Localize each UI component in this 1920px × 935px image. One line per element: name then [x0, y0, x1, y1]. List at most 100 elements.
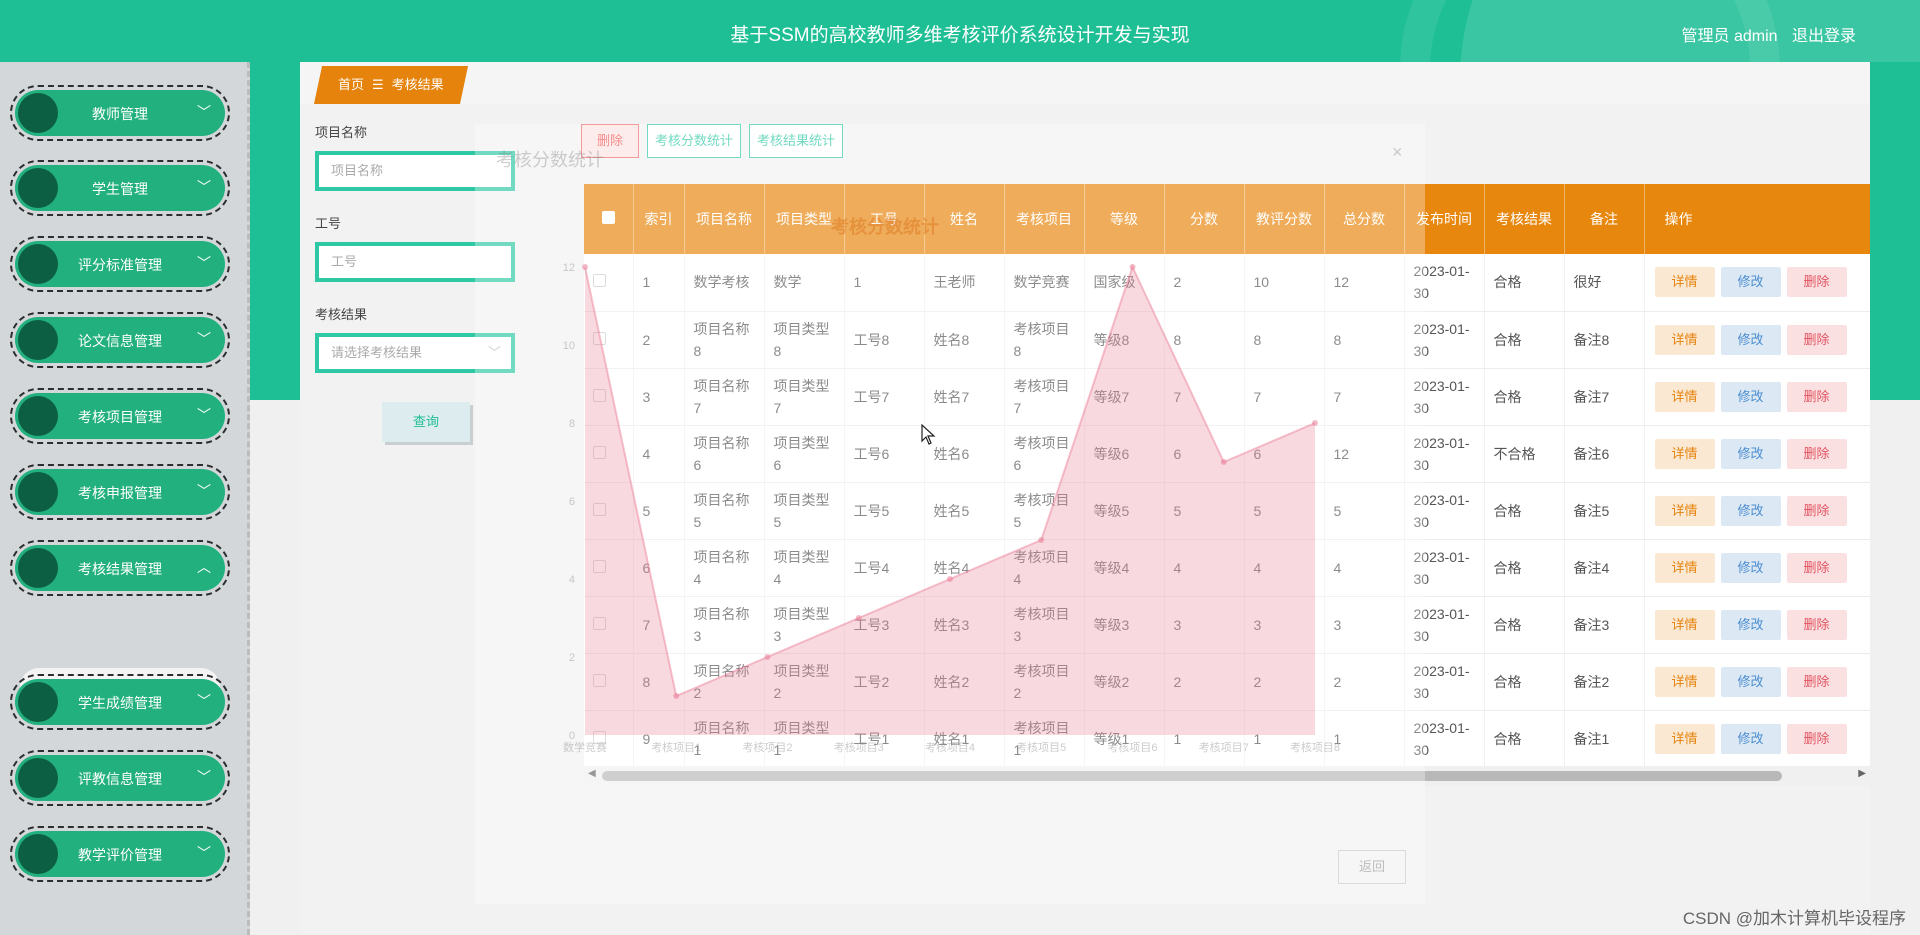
app-title: 基于SSM的高校教师多维考核评价系统设计开发与实现 — [730, 25, 1190, 46]
table-cell: 合格 — [1484, 311, 1565, 369]
chevron-down-icon: ﹀ — [197, 255, 211, 271]
delete-button[interactable]: 删除 — [1786, 552, 1847, 583]
sidebar-item-label: 评分标准管理 — [78, 257, 162, 273]
chevron-down-icon: ﹀ — [197, 179, 211, 195]
chevron-down-icon: ﹀ — [197, 769, 211, 785]
edit-button[interactable]: 修改 — [1720, 552, 1781, 583]
admin-label: 管理员 admin — [1681, 28, 1778, 45]
table-cell: 不合格 — [1484, 425, 1565, 483]
chevron-down-icon: ﹀ — [197, 483, 211, 499]
statistics-modal — [475, 124, 1425, 904]
table-cell: 合格 — [1484, 596, 1565, 654]
edit-button[interactable]: 修改 — [1720, 495, 1781, 526]
top-header: 基于SSM的高校教师多维考核评价系统设计开发与实现 管理员 admin 退出登录 — [0, 0, 1920, 62]
sidebar-item-teacher[interactable]: 教师管理 ﹀ — [10, 85, 230, 141]
close-icon[interactable]: × — [1392, 142, 1403, 163]
logout-link[interactable]: 退出登录 — [1792, 28, 1856, 45]
sidebar-item-label: 教学评价管理 — [78, 847, 162, 863]
sidebar-item-teaching-evaluation-info[interactable]: 评教信息管理 ﹀ — [10, 750, 230, 806]
sidebar-item-assessment-application[interactable]: 考核申报管理 ﹀ — [10, 464, 230, 520]
scroll-right-icon[interactable]: ▶ — [1858, 768, 1866, 779]
chevron-down-icon: ﹀ — [197, 407, 211, 423]
breadcrumb-current: 考核结果 — [391, 77, 444, 92]
edit-button[interactable]: 修改 — [1720, 723, 1781, 754]
detail-button[interactable]: 详情 — [1654, 381, 1715, 412]
column-header: 备注 — [1564, 184, 1645, 254]
detail-button[interactable]: 详情 — [1654, 552, 1715, 583]
delete-button[interactable]: 删除 — [1786, 495, 1847, 526]
sidebar-item-label: 教师管理 — [92, 106, 148, 122]
detail-button[interactable]: 详情 — [1654, 495, 1715, 526]
sidebar-item-student[interactable]: 学生管理 ﹀ — [10, 160, 230, 216]
delete-button[interactable]: 删除 — [1786, 267, 1847, 298]
detail-button[interactable]: 详情 — [1654, 267, 1715, 298]
delete-button[interactable]: 删除 — [1786, 723, 1847, 754]
row-actions: 详情 修改 删除 — [1644, 425, 1870, 483]
row-actions: 详情 修改 删除 — [1644, 596, 1870, 654]
table-cell: 备注5 — [1564, 482, 1645, 540]
sidebar-item-paper-info[interactable]: 论文信息管理 ﹀ — [10, 312, 230, 368]
chevron-down-icon: ﹀ — [197, 693, 211, 709]
chevron-down-icon: ﹀ — [197, 331, 211, 347]
detail-button[interactable]: 详情 — [1654, 666, 1715, 697]
delete-button[interactable]: 删除 — [1786, 438, 1847, 469]
detail-button[interactable]: 详情 — [1654, 324, 1715, 355]
sidebar-item-assessment-result[interactable]: 考核结果管理 ︿ — [10, 540, 230, 596]
query-button[interactable]: 查询 — [382, 402, 470, 442]
sidebar-item-scoring-standard[interactable]: 评分标准管理 ﹀ — [10, 236, 230, 292]
edit-button[interactable]: 修改 — [1720, 609, 1781, 640]
edit-button[interactable]: 修改 — [1720, 666, 1781, 697]
delete-button[interactable]: 删除 — [1786, 666, 1847, 697]
sidebar-item-assessment-project[interactable]: 考核项目管理 ﹀ — [10, 388, 230, 444]
detail-button[interactable]: 详情 — [1654, 609, 1715, 640]
back-button[interactable]: 返回 — [1338, 850, 1406, 884]
table-cell: 合格 — [1484, 539, 1565, 597]
chevron-down-icon: ﹀ — [197, 845, 211, 861]
sidebar-item-label: 学生管理 — [92, 181, 148, 197]
sidebar-item-label: 论文信息管理 — [78, 333, 162, 349]
sidebar-item-label: 学生成绩管理 — [78, 695, 162, 711]
modal-title: 考核分数统计 — [496, 150, 604, 170]
edit-button[interactable]: 修改 — [1720, 324, 1781, 355]
edit-button[interactable]: 修改 — [1720, 267, 1781, 298]
row-actions: 详情 修改 删除 — [1644, 254, 1870, 312]
column-header: 考核结果 — [1484, 184, 1565, 254]
watermark: CSDN @加木计算机毕设程序 — [1682, 909, 1906, 928]
table-cell: 备注1 — [1564, 710, 1645, 768]
detail-button[interactable]: 详情 — [1654, 438, 1715, 469]
table-cell: 合格 — [1484, 368, 1565, 426]
chevron-down-icon: ﹀ — [197, 104, 211, 120]
result-select-placeholder: 请选择考核结果 — [331, 345, 423, 360]
edit-button[interactable]: 修改 — [1720, 438, 1781, 469]
column-header: 操作 — [1644, 184, 1870, 254]
row-actions: 详情 修改 删除 — [1644, 482, 1870, 540]
row-actions: 详情 修改 删除 — [1644, 368, 1870, 426]
delete-button[interactable]: 删除 — [1786, 609, 1847, 640]
sidebar-item-label: 考核项目管理 — [78, 409, 162, 425]
delete-button[interactable]: 删除 — [1786, 324, 1847, 355]
table-cell: 合格 — [1484, 254, 1565, 312]
table-cell: 很好 — [1564, 254, 1645, 312]
table-cell: 合格 — [1484, 482, 1565, 540]
sidebar: 教师管理 ﹀ 学生管理 ﹀ 评分标准管理 ﹀ 论文信息管理 ﹀ 考核项目管理 ﹀ 考核申报… — [0, 62, 250, 935]
row-actions: 详情 修改 删除 — [1644, 653, 1870, 711]
row-actions: 详情 修改 删除 — [1644, 539, 1870, 597]
sidebar-item-label: 评教信息管理 — [78, 771, 162, 787]
table-cell: 合格 — [1484, 653, 1565, 711]
user-area: 管理员 admin 退出登录 — [1672, 22, 1857, 46]
delete-button[interactable]: 删除 — [1786, 381, 1847, 412]
table-cell: 备注3 — [1564, 596, 1645, 654]
detail-button[interactable]: 详情 — [1654, 723, 1715, 754]
chevron-up-icon: ︿ — [197, 559, 211, 575]
row-actions: 详情 修改 删除 — [1644, 710, 1870, 768]
breadcrumb-home[interactable]: 首页 — [338, 77, 364, 92]
mouse-cursor-icon — [921, 424, 936, 445]
breadcrumb-bar: 首页 ☰ 考核结果 — [300, 62, 1870, 104]
sidebar-item-label: 考核结果管理 — [78, 561, 162, 577]
sidebar-item-student-grade[interactable]: 学生成绩管理 ﹀ — [10, 674, 230, 730]
edit-button[interactable]: 修改 — [1720, 381, 1781, 412]
table-cell: 合格 — [1484, 710, 1565, 768]
sidebar-item-teaching-review[interactable]: 教学评价管理 ﹀ — [10, 826, 230, 882]
sidebar-item-label: 考核申报管理 — [78, 485, 162, 501]
table-cell: 备注2 — [1564, 653, 1645, 711]
